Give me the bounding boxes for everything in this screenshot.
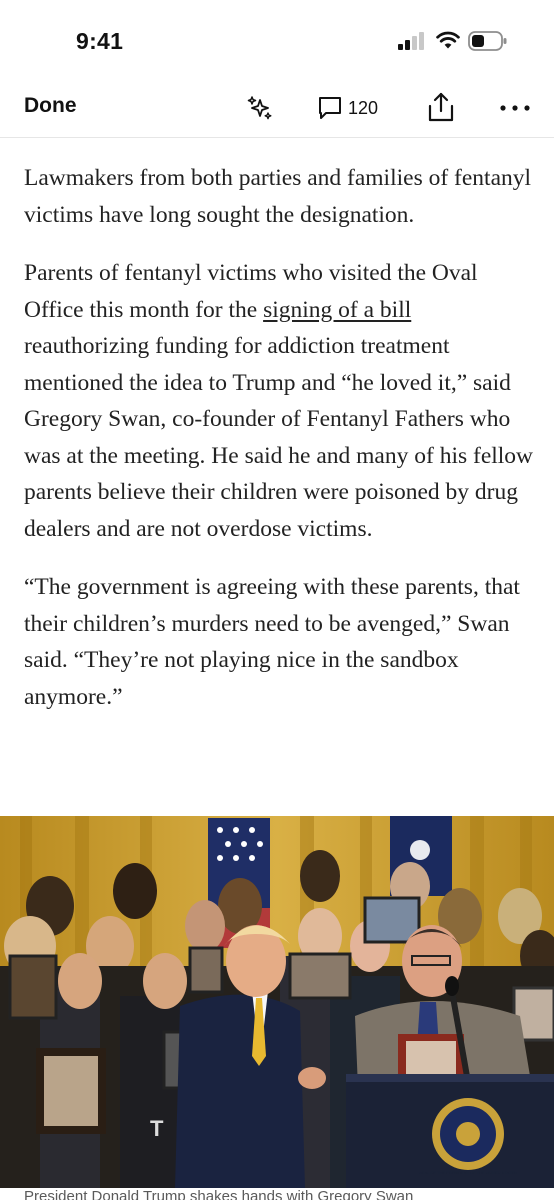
more-icon[interactable] [498,94,532,122]
photo-caption: President Donald Trump shakes hands with… [24,1188,414,1200]
handshake [298,1067,326,1089]
comment-count: 120 [348,97,379,118]
bill-signing-link[interactable]: signing of a bill [263,297,411,323]
article-paragraph: Parents of fentanyl victims who visited … [24,255,534,547]
framed-photo [36,1048,106,1134]
article-toolbar: Done 120 [0,82,554,138]
comment-icon [319,97,341,119]
share-icon[interactable] [428,92,454,122]
podium-shirt-text: T [150,1116,164,1141]
article-paragraph: “The government is agreeing with these p… [24,574,520,710]
photo-illustration: SEAL OF THE PRESIDENT OF THE UNITED STAT… [0,816,554,1188]
paragraph-text: reauthorizing funding for addiction trea… [24,333,534,542]
seal-text: SEAL OF THE PRESIDENT OF THE UNITED STAT… [419,1170,517,1175]
battery-icon [468,31,507,51]
article-photo[interactable]: SEAL OF THE PRESIDENT OF THE UNITED STAT… [0,816,554,1188]
status-time: 9:41 [76,28,124,54]
comments-button[interactable]: 120 [318,94,378,122]
cellular-signal-icon [398,32,426,50]
article-paragraph: Lawmakers from both parties and families… [24,165,532,228]
done-button[interactable]: Done [24,94,77,118]
article-body: Lawmakers from both parties and families… [24,160,534,737]
wifi-icon [436,31,460,49]
status-bar: 9:41 [0,0,554,82]
sparkle-icon[interactable] [246,94,274,122]
